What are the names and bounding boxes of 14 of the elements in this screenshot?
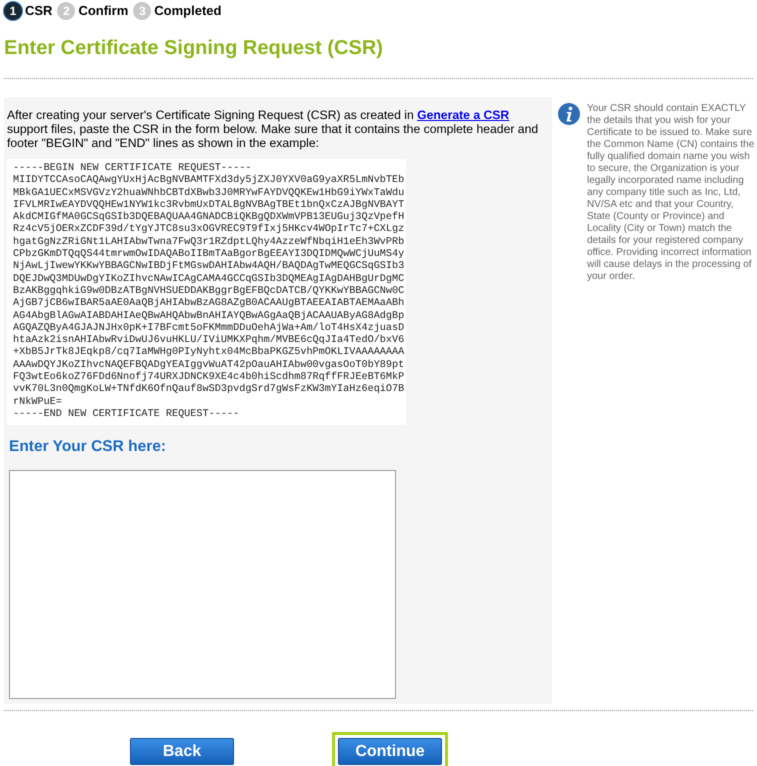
step-number-icon: 1: [4, 2, 22, 20]
info-icon: [558, 103, 580, 125]
nav-button[interactable]: Continue: [338, 738, 442, 765]
example-csr: -----BEGIN NEW CERTIFICATE REQUEST----- MIIDYTCCAsoCAQAwgYUxHjAcBgNVBAMTFXd3dy5jZXJ0YXV0aG9yaXR5LmNvbTEb MBkGA1UECxMSVGVzY2huaWNhbCBTdXBwb3J0MRYwFAYDVQQKEw1HbG9iYWxTaWdu IFVLMRIwEAYDVQQHEw1NYW1kc3RvbmUxDTALBgNVBAgTBEt1bnQxCzAJBgNVBAYT AkdCMIGfMA0GCSqGSIb3DQEBAQUAA4GNADCBiQKBgQDXWmVPB13EUGuj3QzVpefH Rz4cV5jOERxZCDF39d/tYgYJTC8su3xOGVREC9T9fIxj5HKcv4WOpIrTc7+CXLgz hgatGgNzZRiGNt1LAHIAbwTwna7FwQ3r1RZdptLQhy4AzzeWfNbqiH1eEh3WvPRb CPbzGKmDTQqQS44tmrwmOwIDAQABoIIBmTAaBgorBgEEAYI3DQIDMQwWCjUuMS4y NjAwLjIwewYKKwYBBAGCNwIBDjFtMGswDAHIAbw4AQH/BAQDAgTwMEQGCSqGSIb3 DQEJDwQ3MDUwDgYIKoZIhvcNAwICAgCAMA4GCCqGSIb3DQMEAgIAgDAHBgUrDgMC BzAKBggqhkiG9w0DBzATBgNVHSUEDDAKBggrBgEFBQcDATCB/QYKKwYBBAGCNw0C AjGB7jCB6wIBAR5aAE0AaQBjAHIAbwBzAG8AZgB0ACAAUgBTAEEAIABTAEMAaABh AG4AbgBlAGwAIABDAHIAeQBwAHQAbwBnAHIAYQBwAGgAaQBjACAAUAByAG8AdgBp AGQAZQByA4GJAJNJHx0pK+I7BFcmt5oFKMmmDDuOehAjWa+Am/loT4HsX4zjuasD htaAzk2isnAHIAbwRviDwUJ6vuHKLU/IViUMKXPqhm/MVBE6cQqJIa4TedO/bxV6 +XbB5JrTk8JEqkp8/cq7IaMWHg0PIyNyhtx04McBbaPKGZ5vhPmOKLIVAAAAAAAA AAAwDQYJKoZIhvcNAQEFBQADgYEAIggvWuAT42pOauAHIAbw00vgasOoT0bY89pt FQ3wtEo6koZ76FDd6Nnofj74URXJDNCK9XE4c4b0hiScdhm87RqffFRJEeBT6MkP vvK70L3n0QmgKoLW+TNfdK6OfnQauf8wSD3pvdgSrd7gWsFzKW3mYIaHz6eqiO7B rNkWPuE= -----END NEW CERTIFICATE REQUEST-----: [7, 159, 406, 426]
step-label: Completed: [154, 2, 222, 20]
csr-field-label: Enter Your CSR here:: [9, 437, 168, 458]
intro-text: After creating your server's Certificate Signing Request (CSR) as created in Generate a CSR support files, paste the CSR in the form below. Make sure that it contains the complete header and footer "BEGIN" and "END" lines as shown in the example:: [7, 108, 540, 150]
generate-csr-link[interactable]: Generate a CSR: [417, 108, 510, 122]
csr-input-field[interactable]: [9, 470, 396, 700]
nav-button[interactable]: Back: [130, 738, 234, 765]
info-text: Your CSR should contain EXACTLY the details that you wish for your Certificate to be issued to. Make sure the Common Name (CN) contains the fully qualified domain name you wish to secure, the Organization is your legally incorporated name including any company title such as Inc, Ltd, NV/SA etc and that your Country, State (County or Province) and Locality (City or Town) match the details for your registered company office. Providing incorrect information will cause delays in the processing of your order.: [587, 103, 756, 284]
step-label: CSR: [25, 2, 52, 20]
page-title: Enter Certificate Signing Request (CSR): [3, 36, 384, 61]
step-label: Confirm: [78, 2, 128, 20]
